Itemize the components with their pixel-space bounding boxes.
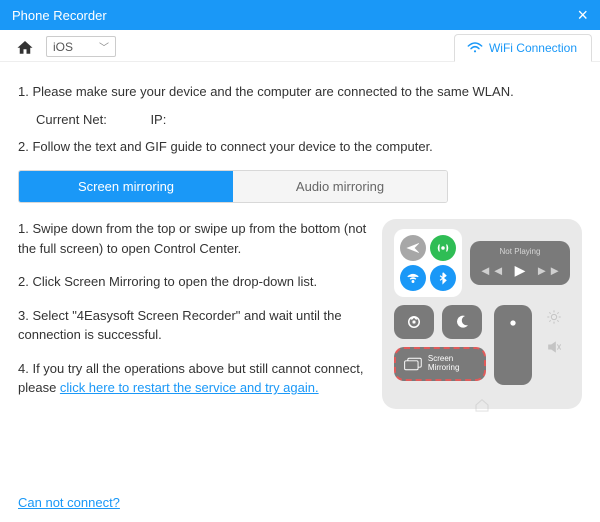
home-icon: [16, 39, 34, 55]
media-panel: Not Playing ◄◄ ▶ ►►: [470, 241, 570, 285]
wifi-toggle-icon: [400, 265, 426, 291]
orientation-lock-icon: [394, 305, 434, 339]
home-button[interactable]: [14, 37, 36, 57]
chevron-down-icon: ﹀: [99, 39, 109, 54]
instructions: 1. Swipe down from the top or swipe up f…: [18, 219, 372, 412]
instruction-2: 2. Click Screen Mirroring to open the dr…: [18, 272, 372, 292]
mirroring-tabs: Screen mirroring Audio mirroring: [18, 170, 448, 203]
mute-icon: [546, 339, 562, 355]
screen-mirroring-button: Screen Mirroring: [394, 347, 486, 381]
step-2: 2. Follow the text and GIF guide to conn…: [18, 137, 582, 157]
not-playing-label: Not Playing: [500, 247, 541, 256]
brightness-slider: [494, 305, 532, 385]
screen-mirroring-label: Screen Mirroring: [428, 355, 476, 373]
connectivity-panel: [394, 229, 462, 297]
screen-mirroring-icon: [404, 356, 422, 372]
platform-label: iOS: [53, 40, 73, 54]
tab-screen-mirroring[interactable]: Screen mirroring: [19, 171, 233, 202]
instruction-3: 3. Select "4Easysoft Screen Recorder" an…: [18, 306, 372, 345]
cellular-icon: [430, 235, 456, 261]
restart-service-link[interactable]: click here to restart the service and tr…: [60, 380, 319, 395]
tab-audio-mirroring[interactable]: Audio mirroring: [233, 171, 447, 202]
close-icon[interactable]: ×: [577, 5, 588, 26]
wifi-icon: [467, 42, 483, 54]
current-net-label: Current Net:: [36, 112, 107, 127]
sun-icon: [546, 309, 562, 325]
wifi-connection-tab[interactable]: WiFi Connection: [454, 34, 592, 62]
ip-label: IP:: [150, 112, 166, 127]
platform-select[interactable]: iOS ﹀: [46, 36, 116, 57]
wifi-tab-label: WiFi Connection: [489, 41, 577, 55]
moon-icon: [442, 305, 482, 339]
home-indicator-icon: [394, 397, 570, 413]
instruction-1: 1. Swipe down from the top or swipe up f…: [18, 219, 372, 258]
cannot-connect-link[interactable]: Can not connect?: [18, 495, 120, 510]
prev-track-icon: ◄◄: [479, 263, 505, 278]
control-center-preview: Not Playing ◄◄ ▶ ►► Scree: [382, 219, 582, 409]
window-title: Phone Recorder: [12, 8, 107, 23]
airplane-icon: [400, 235, 426, 261]
bluetooth-icon: [430, 265, 456, 291]
next-track-icon: ►►: [535, 263, 561, 278]
step-1: 1. Please make sure your device and the …: [18, 82, 582, 102]
instruction-4: 4. If you try all the operations above b…: [18, 359, 372, 398]
play-icon: ▶: [515, 262, 526, 279]
